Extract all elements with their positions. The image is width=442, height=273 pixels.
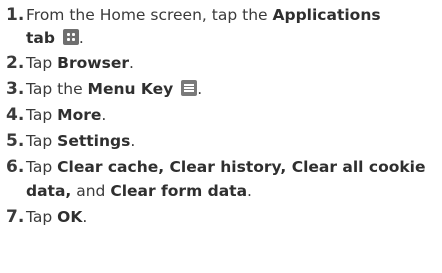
step-1: 1. From the Home screen, tap the Applicat…	[6, 4, 440, 27]
step-text-end: .	[247, 182, 252, 200]
step-7: 7. Tap OK.	[6, 206, 440, 229]
step-2: 2. Tap Browser.	[6, 52, 440, 75]
step-6-continued: data, and Clear form data.	[26, 180, 252, 203]
step-1-continued: tab .	[26, 27, 84, 50]
step-bold: Clear form data	[110, 182, 248, 200]
step-number: 2.	[6, 53, 25, 73]
instruction-list: 1. From the Home screen, tap the Applicat…	[0, 0, 442, 273]
step-bold: Settings	[57, 132, 131, 150]
step-bold: tab	[26, 29, 55, 47]
menu-key-icon	[181, 80, 198, 96]
step-number: 6.	[6, 157, 25, 177]
step-bold: Applications	[272, 6, 381, 24]
step-bold: Menu Key	[87, 80, 174, 98]
step-number: 3.	[6, 79, 25, 99]
step-text-end: .	[101, 106, 107, 124]
step-text-end: .	[130, 132, 136, 150]
step-number: 7.	[6, 207, 25, 227]
step-period: .	[197, 80, 203, 98]
step-number: 1.	[6, 5, 25, 25]
step-bold: OK	[57, 208, 83, 226]
step-bold: More	[57, 106, 102, 124]
step-4: 4. Tap More.	[6, 104, 440, 127]
step-text: Tap	[26, 158, 58, 176]
step-bold: Browser	[57, 54, 129, 72]
step-text-end: .	[82, 208, 88, 226]
step-6: 6. Tap Clear cache, Clear history, Clear …	[6, 156, 440, 179]
step-period: .	[78, 29, 84, 47]
step-text: and	[71, 182, 111, 200]
step-text: Tap	[26, 106, 58, 124]
step-text: Tap the	[26, 80, 88, 98]
step-bold: Clear cache, Clear history, Clear all co…	[57, 158, 426, 176]
step-text-end: .	[128, 54, 134, 72]
step-text: From the Home screen, tap the	[26, 6, 273, 24]
apps-grid-icon	[62, 29, 79, 45]
step-text: Tap	[26, 208, 58, 226]
step-5: 5. Tap Settings.	[6, 130, 440, 153]
step-3: 3. Tap the Menu Key .	[6, 78, 440, 101]
step-number: 4.	[6, 105, 25, 125]
step-number: 5.	[6, 131, 25, 151]
step-bold: data,	[26, 182, 72, 200]
step-text: Tap	[26, 54, 58, 72]
step-text: Tap	[26, 132, 58, 150]
